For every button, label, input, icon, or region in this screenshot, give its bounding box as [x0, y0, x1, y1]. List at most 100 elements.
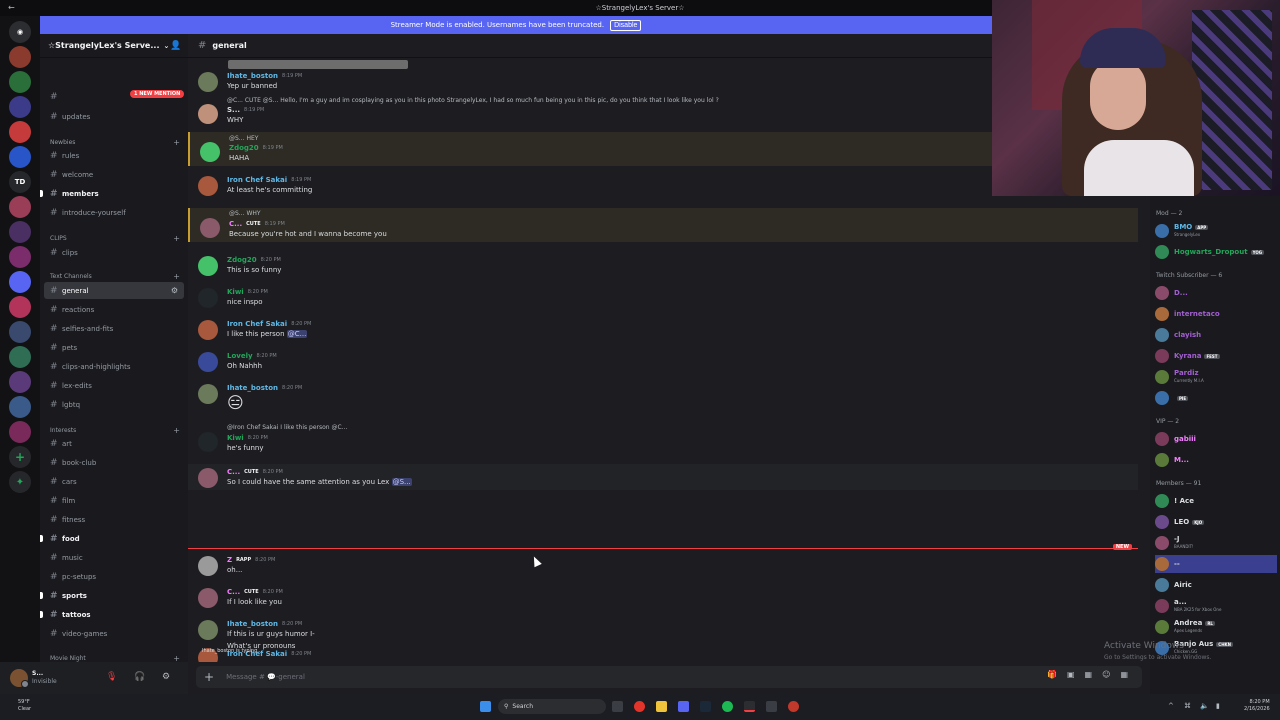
author-name[interactable]: Ihate_boston	[227, 72, 278, 80]
user-mention[interactable]: @C...	[286, 330, 308, 338]
avatar[interactable]	[1155, 349, 1169, 363]
channel-welcome[interactable]: # welcome	[44, 166, 184, 183]
file-explorer-icon[interactable]	[656, 701, 667, 712]
member-item[interactable]: --	[1155, 555, 1277, 573]
add-channel-icon[interactable]: +	[173, 654, 180, 662]
server-icon[interactable]	[9, 121, 31, 143]
channel-announcements[interactable]: #	[44, 88, 184, 105]
avatar[interactable]	[198, 352, 218, 372]
member-item[interactable]: Airic	[1155, 576, 1277, 594]
message[interactable]: C... CUTE 8:20 PM So I could have the same…	[188, 464, 1138, 490]
reply-preview[interactable]: @C... CUTE @S... Hello, I'm a guy and im…	[227, 97, 719, 104]
channel-pets[interactable]: # pets	[44, 339, 184, 356]
invite-people-icon[interactable]: 👤	[170, 41, 181, 51]
opera-icon[interactable]	[634, 701, 645, 712]
app-icon[interactable]	[766, 701, 777, 712]
avatar[interactable]	[198, 104, 218, 124]
avatar[interactable]	[198, 432, 218, 452]
channel-fitness[interactable]: # fitness	[44, 511, 184, 528]
wifi-icon[interactable]: ⌘	[1184, 702, 1191, 710]
message[interactable]: Zdog20 8:20 PM This is so funny	[188, 250, 1138, 276]
author-name[interactable]: Iron Chef Sakai	[227, 176, 287, 184]
add-channel-icon[interactable]: +	[173, 138, 180, 147]
avatar[interactable]	[1155, 245, 1169, 259]
avatar[interactable]	[200, 142, 220, 162]
message[interactable]: Z RAPP 8:20 PM oh...	[188, 552, 1138, 580]
server-icon[interactable]: TD	[9, 171, 31, 193]
message[interactable]: C... CUTE 8:20 PM If I look like you	[188, 584, 1138, 612]
emoji-icon[interactable]: ☺	[1102, 670, 1110, 679]
gif-icon[interactable]: ▣	[1067, 670, 1075, 679]
reply-preview[interactable]: @Iron Chef Sakai I like this person @C..…	[227, 424, 347, 431]
channel-music[interactable]: # music	[44, 549, 184, 566]
channel-lex-edits[interactable]: # lex-edits	[44, 377, 184, 394]
back-arrow-icon[interactable]: ←	[8, 3, 15, 12]
start-windows-icon[interactable]	[480, 701, 491, 712]
gift-icon[interactable]: 🎁	[1047, 670, 1057, 679]
member-item[interactable]: PIE	[1155, 389, 1277, 407]
volume-icon[interactable]: 🔈	[1200, 702, 1209, 710]
channel-book-club[interactable]: # book-club	[44, 454, 184, 471]
avatar[interactable]	[1155, 370, 1169, 384]
avatar[interactable]	[1155, 391, 1169, 405]
member-item[interactable]: D...	[1155, 284, 1277, 302]
author-name[interactable]: C...	[227, 468, 240, 476]
channel-clips[interactable]: # clips	[44, 244, 184, 261]
avatar[interactable]	[198, 320, 218, 340]
weather-widget[interactable]: 59°F Clear	[18, 699, 31, 713]
channel-pc-setups[interactable]: # pc-setups	[44, 568, 184, 585]
author-name[interactable]: Zdog20	[229, 144, 259, 152]
author-name[interactable]: Ihate_boston	[227, 384, 278, 392]
avatar[interactable]	[1155, 578, 1169, 592]
server-icon[interactable]	[9, 46, 31, 68]
user-names[interactable]: S... Invisible	[32, 670, 57, 686]
add-channel-icon[interactable]: +	[173, 234, 180, 243]
member-item[interactable]: internetaco	[1155, 305, 1277, 323]
headphones-icon[interactable]: 🎧	[134, 672, 145, 682]
attach-plus-icon[interactable]: +	[204, 670, 214, 684]
terminal-icon[interactable]	[744, 701, 755, 712]
channel-tattoos[interactable]: # tattoos	[40, 606, 184, 623]
taskbar-search[interactable]: ⚲ Search	[498, 699, 606, 714]
avatar[interactable]	[1155, 599, 1169, 613]
channel-updates[interactable]: # updates	[44, 108, 184, 125]
avatar[interactable]	[200, 218, 220, 238]
category-interests[interactable]: Interests +	[50, 426, 184, 435]
server-icon[interactable]	[9, 196, 31, 218]
avatar[interactable]	[198, 384, 218, 404]
sticker-icon[interactable]: ▦	[1085, 670, 1093, 679]
member-item[interactable]: -J BAANDIT!	[1155, 534, 1277, 552]
server-icon[interactable]	[9, 96, 31, 118]
server-icon[interactable]	[9, 146, 31, 168]
author-name[interactable]: Z	[227, 556, 232, 564]
category-text-channels[interactable]: Text Channels +	[50, 272, 184, 281]
avatar[interactable]	[10, 669, 29, 688]
message[interactable]: Iron Chef Sakai 8:20 PM	[188, 628, 1138, 662]
channel-rules[interactable]: # rules	[44, 147, 184, 164]
channel-clips-and-highlights[interactable]: # clips-and-highlights	[44, 358, 184, 375]
member-item[interactable]: Andrea RL Apex Legends	[1155, 618, 1277, 636]
server-icon[interactable]	[9, 71, 31, 93]
server-icon[interactable]	[9, 421, 31, 443]
member-item[interactable]: M...	[1155, 451, 1277, 469]
member-item[interactable]: gabiii	[1155, 430, 1277, 448]
avatar[interactable]	[1155, 620, 1169, 634]
member-item[interactable]: Kyrana FEST	[1155, 347, 1277, 365]
server-icon[interactable]	[9, 271, 31, 293]
category-newbies[interactable]: Newbies +	[50, 138, 184, 147]
avatar[interactable]	[198, 556, 218, 576]
member-item[interactable]: BMO APP StrangelyLex	[1155, 222, 1277, 240]
server-icon[interactable]	[9, 246, 31, 268]
message[interactable]: Lovely 8:20 PM Oh Nahhh	[188, 346, 1138, 372]
avatar[interactable]	[198, 176, 218, 196]
spotify-icon[interactable]	[722, 701, 733, 712]
reply-preview[interactable]: @S... HEY	[229, 135, 258, 142]
member-item[interactable]: ! Ace	[1155, 492, 1277, 510]
reply-preview[interactable]: @S... WHY	[229, 210, 261, 217]
steam-icon[interactable]	[700, 701, 711, 712]
category-movie-night[interactable]: Movie Night +	[50, 654, 184, 662]
channel-reactions[interactable]: # reactions	[44, 301, 184, 318]
taskbar-clock[interactable]: 8:20 PM 2/16/2026	[1244, 699, 1270, 713]
channel-video-games[interactable]: # video-games	[44, 625, 184, 642]
channel-settings-icon[interactable]: ⚙	[171, 286, 178, 295]
